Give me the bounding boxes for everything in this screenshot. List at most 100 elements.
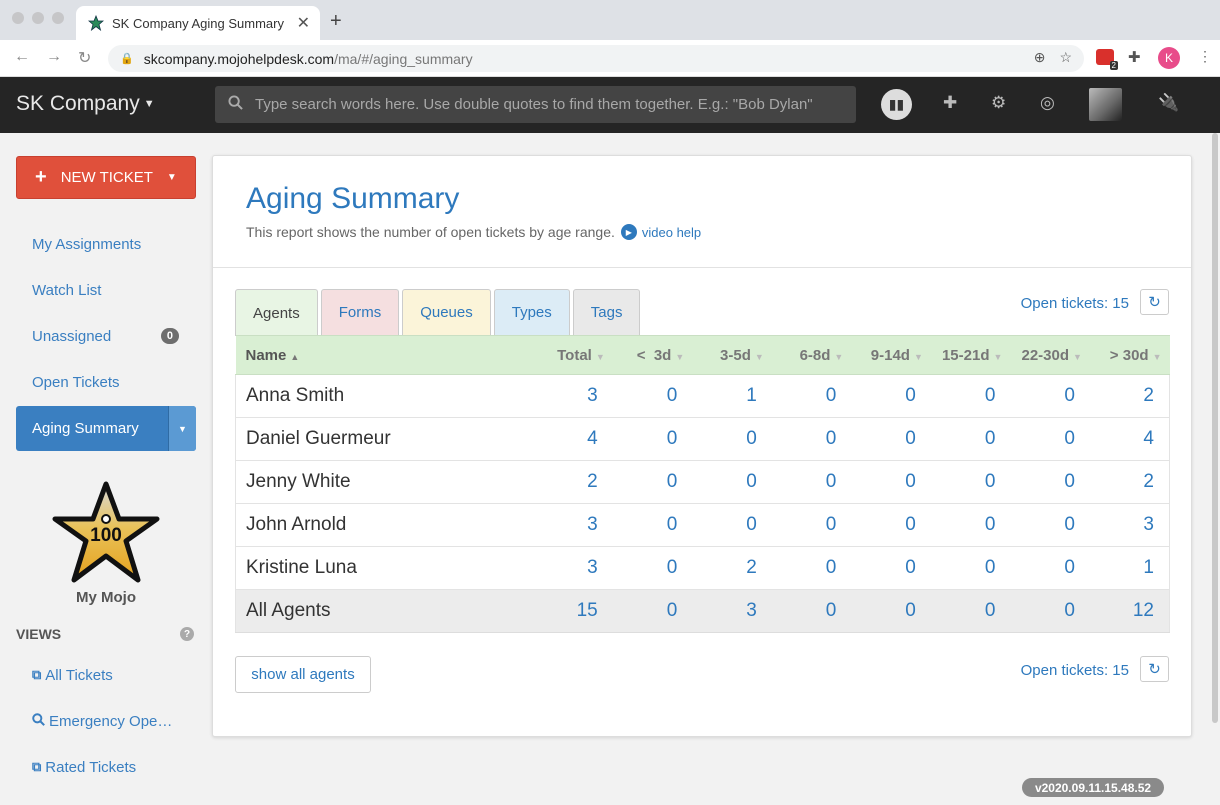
company-menu[interactable]: SK Company ▼ xyxy=(16,92,155,116)
column-header-gt30d[interactable]: > 30d ▼ xyxy=(1089,335,1170,375)
column-header-lt3d[interactable]: < 3d ▼ xyxy=(612,335,693,375)
ticket-count-cell[interactable]: 0 xyxy=(930,546,1011,590)
ticket-count-cell[interactable]: 1 xyxy=(1089,546,1170,590)
ticket-count-cell[interactable]: 0 xyxy=(771,417,852,461)
sidebar-item-watch-list[interactable]: Watch List xyxy=(16,267,196,313)
ticket-count-cell[interactable]: 4 xyxy=(1089,417,1170,461)
ticket-count-cell[interactable]: 1 xyxy=(692,374,772,418)
ticket-count-cell[interactable]: 2 xyxy=(531,460,613,504)
ticket-count-cell[interactable]: 0 xyxy=(771,460,852,504)
ticket-count-cell[interactable]: 0 xyxy=(612,374,693,418)
ticket-count-cell[interactable]: 2 xyxy=(692,546,772,590)
scrollbar-thumb[interactable] xyxy=(1212,133,1218,723)
column-header-22-30d[interactable]: 22-30d ▼ xyxy=(1010,335,1090,375)
ticket-count-cell[interactable]: 0 xyxy=(771,374,852,418)
ticket-count-cell[interactable]: 0 xyxy=(1010,460,1090,504)
my-mojo[interactable]: 100 My Mojo xyxy=(16,481,196,606)
ticket-count-cell[interactable]: 0 xyxy=(771,589,852,633)
ticket-count-cell[interactable]: 12 xyxy=(1089,589,1170,633)
play-icon[interactable]: ▶ xyxy=(620,224,637,240)
ticket-count-cell[interactable]: 0 xyxy=(612,546,693,590)
new-tab-icon[interactable]: + xyxy=(330,10,342,33)
sidebar-item-unassigned[interactable]: Unassigned 0 xyxy=(16,313,196,359)
bookmark-star-icon[interactable]: ☆ xyxy=(1059,49,1072,66)
view-item-all-tickets[interactable]: ⧉ All Tickets xyxy=(16,652,196,698)
forward-icon[interactable]: → xyxy=(46,48,62,66)
close-window-button[interactable] xyxy=(12,12,24,24)
zoom-icon[interactable]: ⊕ xyxy=(1034,49,1046,66)
ticket-count-cell[interactable]: 15 xyxy=(531,589,613,633)
column-header-name[interactable]: Name ▲ xyxy=(235,335,532,375)
ticket-count-cell[interactable]: 0 xyxy=(771,546,852,590)
ticket-count-cell[interactable]: 0 xyxy=(851,503,931,547)
user-avatar[interactable] xyxy=(1089,88,1122,121)
ticket-count-cell[interactable]: 0 xyxy=(930,417,1011,461)
tab-queues[interactable]: Queues xyxy=(402,289,491,335)
plug-icon[interactable]: 🔌 xyxy=(1158,93,1179,113)
search-input[interactable] xyxy=(255,96,856,113)
ticket-count-cell[interactable]: 0 xyxy=(692,417,772,461)
ticket-count-cell[interactable]: 3 xyxy=(531,503,613,547)
minimize-window-button[interactable] xyxy=(32,12,44,24)
ticket-count-cell[interactable]: 0 xyxy=(692,460,772,504)
ticket-count-cell[interactable]: 0 xyxy=(851,546,931,590)
ticket-count-cell[interactable]: 3 xyxy=(531,546,613,590)
ticket-count-cell[interactable]: 0 xyxy=(612,417,693,461)
ticket-count-cell[interactable]: 0 xyxy=(612,503,693,547)
new-ticket-button[interactable]: + NEW TICKET ▼ xyxy=(16,156,196,199)
view-item-emergency[interactable]: Emergency Ope… xyxy=(16,698,196,744)
ticket-count-cell[interactable]: 0 xyxy=(851,374,931,418)
url-field[interactable]: 🔒 skcompany.mojohelpdesk.com/ma/#/aging_… xyxy=(108,45,1084,72)
column-header-15-21d[interactable]: 15-21d ▼ xyxy=(930,335,1011,375)
ticket-count-cell[interactable]: 0 xyxy=(1010,417,1090,461)
zoom-window-button[interactable] xyxy=(52,12,64,24)
ticket-count-cell[interactable]: 2 xyxy=(1089,374,1170,418)
tab-types[interactable]: Types xyxy=(493,289,570,335)
tab-agents[interactable]: Agents xyxy=(235,289,318,336)
ticket-count-cell[interactable]: 0 xyxy=(1010,374,1090,418)
sidebar-item-aging-summary[interactable]: Aging Summary ▼ xyxy=(16,406,196,451)
ticket-count-cell[interactable]: 0 xyxy=(1010,546,1090,590)
ticket-count-cell[interactable]: 4 xyxy=(531,417,613,461)
help-question-icon[interactable]: ? xyxy=(180,627,194,641)
ticket-count-cell[interactable]: 0 xyxy=(771,503,852,547)
page-scrollbar[interactable] xyxy=(1212,133,1220,723)
ticket-count-cell[interactable]: 3 xyxy=(531,374,613,418)
reload-icon[interactable]: ↻ xyxy=(78,48,91,68)
aging-summary-dropdown-icon[interactable]: ▼ xyxy=(168,406,196,451)
show-all-agents-button[interactable]: show all agents xyxy=(235,656,371,693)
column-header-total[interactable]: Total ▼ xyxy=(531,335,613,375)
ticket-count-cell[interactable]: 0 xyxy=(612,589,693,633)
ticket-count-cell[interactable]: 0 xyxy=(930,460,1011,504)
tab-tags[interactable]: Tags xyxy=(572,289,641,335)
view-item-rated-tickets[interactable]: ⧉ Rated Tickets xyxy=(16,744,196,790)
ticket-count-cell[interactable]: 0 xyxy=(851,417,931,461)
ticket-count-cell[interactable]: 0 xyxy=(930,374,1011,418)
browser-tab[interactable]: SK Company Aging Summary ✕ xyxy=(76,6,320,40)
ticket-count-cell[interactable]: 0 xyxy=(1010,503,1090,547)
knowledge-base-book-icon[interactable]: ▮▮ xyxy=(881,89,912,120)
puzzle-icon[interactable]: ✚ xyxy=(943,93,957,113)
back-icon[interactable]: ← xyxy=(14,48,30,66)
ticket-count-cell[interactable]: 0 xyxy=(851,589,931,633)
video-help-link[interactable]: video help xyxy=(642,225,701,240)
new-ticket-dropdown-icon[interactable]: ▼ xyxy=(167,172,177,183)
sidebar-item-my-assignments[interactable]: My Assignments xyxy=(16,221,196,267)
tab-forms[interactable]: Forms xyxy=(320,289,400,335)
gear-icon[interactable]: ⚙ xyxy=(991,93,1006,113)
ticket-count-cell[interactable]: 3 xyxy=(692,589,772,633)
sidebar-item-open-tickets[interactable]: Open Tickets xyxy=(16,359,196,405)
close-tab-icon[interactable]: ✕ xyxy=(297,13,310,33)
ticket-count-cell[interactable]: 0 xyxy=(1010,589,1090,633)
ticket-count-cell[interactable]: 0 xyxy=(692,503,772,547)
extensions-puzzle-icon[interactable]: ✚ xyxy=(1128,48,1141,66)
ticket-count-cell[interactable]: 3 xyxy=(1089,503,1170,547)
column-header-3-5d[interactable]: 3-5d ▼ xyxy=(692,335,772,375)
extension-icon[interactable]: 2 xyxy=(1096,49,1118,70)
help-lifebuoy-icon[interactable]: ◎ xyxy=(1040,93,1055,113)
ticket-count-cell[interactable]: 0 xyxy=(612,460,693,504)
ticket-count-cell[interactable]: 2 xyxy=(1089,460,1170,504)
column-header-9-14d[interactable]: 9-14d ▼ xyxy=(851,335,931,375)
browser-menu-icon[interactable]: ⋮ xyxy=(1198,48,1212,65)
ticket-count-cell[interactable]: 0 xyxy=(851,460,931,504)
